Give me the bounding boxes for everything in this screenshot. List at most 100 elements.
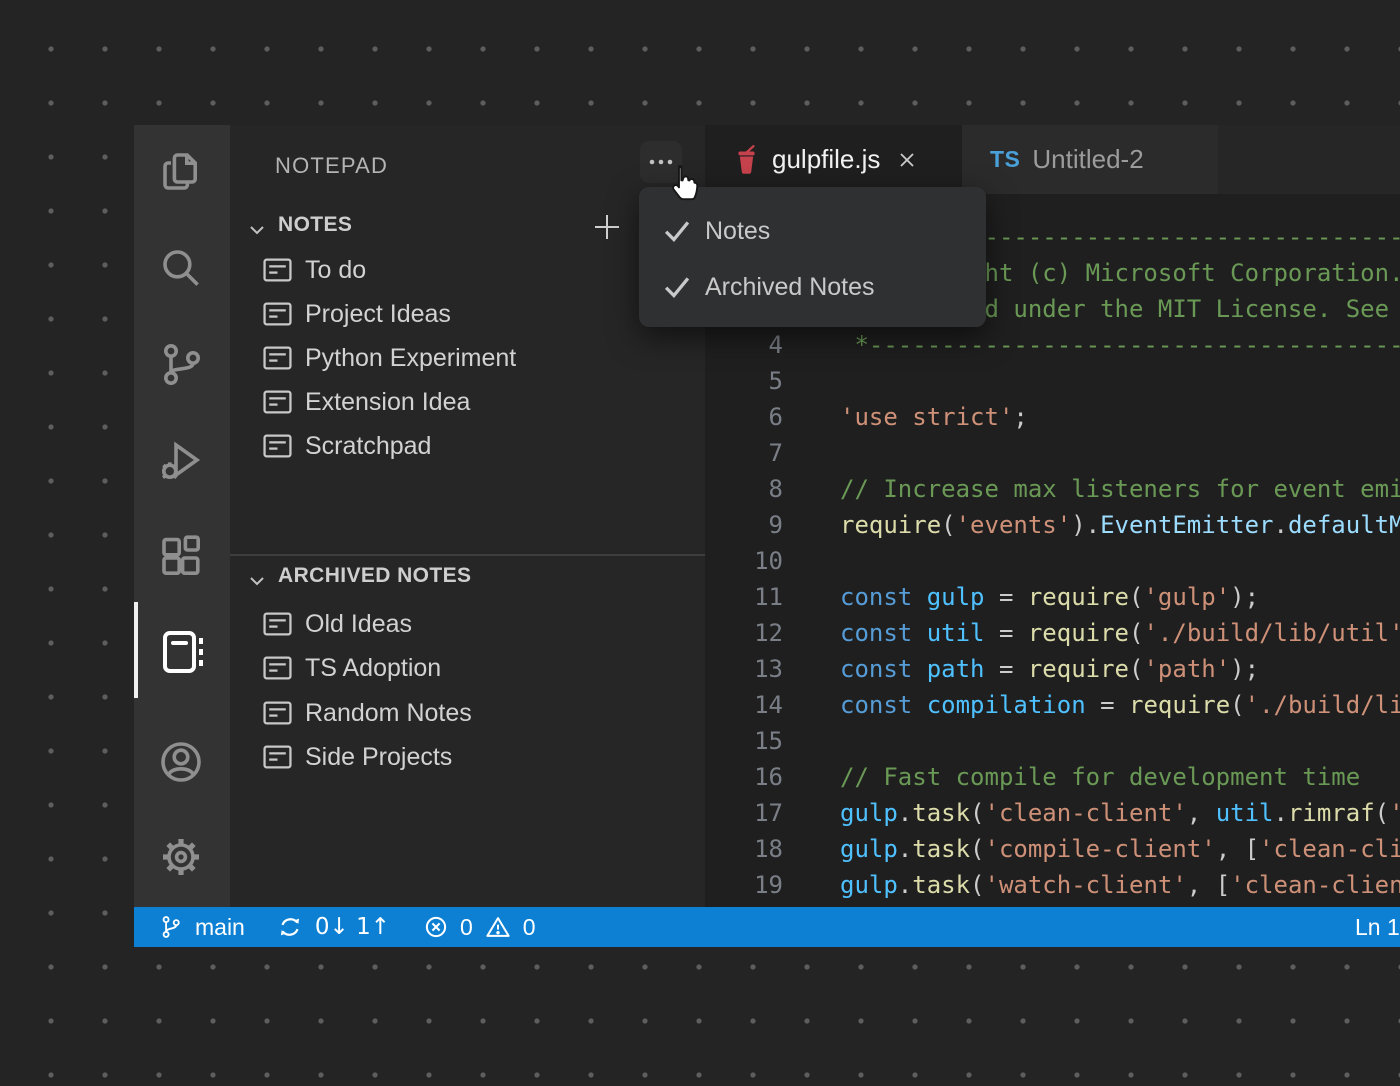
- tab-bar: gulpfile.js TS Untitled-2: [705, 125, 1400, 194]
- code-line: 5: [705, 363, 1400, 399]
- note-icon: [263, 434, 292, 458]
- line-number: 4: [705, 327, 783, 363]
- note-item[interactable]: Scratchpad: [230, 424, 705, 468]
- note-item[interactable]: TS Adoption: [230, 646, 705, 690]
- sync-status[interactable]: 0↓ 1↑: [277, 914, 390, 940]
- sidebar-item-notepad[interactable]: [157, 628, 205, 676]
- code-line: 8// Increase max listeners for event emi…: [705, 471, 1400, 507]
- section-divider: [230, 554, 705, 556]
- error-count: 0: [460, 914, 473, 941]
- code-text: const compilation = require('./build/lib…: [840, 691, 1400, 719]
- code-line: 14 const compilation = require('./build/l…: [705, 687, 1400, 723]
- code-line: 13const path = require('path');: [705, 651, 1400, 687]
- note-icon: [263, 745, 292, 769]
- code-line: 19 gulp.task('watch-client', ['clean-clie…: [705, 867, 1400, 903]
- code-text: gulp.task('compile-client', ['clean-clie…: [840, 835, 1400, 863]
- code-text: gulp.task('watch-client', ['clean-client…: [840, 871, 1400, 899]
- warning-count: 0: [523, 914, 536, 941]
- source-control-icon: [157, 340, 205, 388]
- desktop-background: NOTEPAD NOTES To do Project Ideas Python E…: [0, 0, 1400, 1086]
- activity-bar: [134, 125, 230, 907]
- note-item-label: TS Adoption: [305, 654, 441, 683]
- code-line: 6'use strict';: [705, 399, 1400, 435]
- sidebar-item-source-control[interactable]: [157, 340, 205, 388]
- note-item-label: Python Experiment: [305, 344, 516, 373]
- note-icon: [263, 346, 292, 370]
- close-tab-button[interactable]: [896, 149, 918, 171]
- code-line: 16// Fast compile for development time: [705, 759, 1400, 795]
- note-icon: [263, 612, 292, 636]
- note-item-label: Project Ideas: [305, 300, 451, 329]
- note-item-label: Side Projects: [305, 743, 452, 772]
- branch-status[interactable]: main: [160, 914, 245, 941]
- line-number: 10: [705, 543, 783, 579]
- cursor-position[interactable]: Ln 17: [1355, 907, 1400, 947]
- check-icon: [663, 275, 691, 299]
- active-view-indicator: [134, 602, 138, 698]
- settings-icon: [157, 833, 205, 881]
- search-icon: [157, 244, 205, 292]
- section-label: ARCHIVED NOTES: [278, 564, 471, 588]
- git-branch-icon: [160, 915, 182, 939]
- note-item[interactable]: Project Ideas: [230, 292, 705, 336]
- tab-gulpfile[interactable]: gulpfile.js: [705, 125, 962, 194]
- sidebar-item-explorer[interactable]: [157, 148, 205, 196]
- files-icon: [157, 148, 205, 196]
- menu-item-label: Notes: [705, 217, 770, 246]
- sidebar-item-account[interactable]: [157, 738, 205, 786]
- line-number: 19: [705, 867, 783, 903]
- notepad-icon: [157, 628, 205, 676]
- note-item[interactable]: Side Projects: [230, 735, 705, 779]
- line-number: 14: [705, 687, 783, 723]
- sidebar-item-extensions[interactable]: [157, 532, 205, 580]
- menu-item-notes[interactable]: Notes: [639, 203, 986, 259]
- warning-icon: [485, 915, 511, 939]
- view-options-menu: Notes Archived Notes: [639, 187, 986, 327]
- note-icon: [263, 302, 292, 326]
- gulp-icon: [735, 145, 758, 175]
- note-icon: [263, 390, 292, 414]
- chevron-down-icon: [247, 220, 267, 240]
- line-number: 5: [705, 363, 783, 399]
- note-item[interactable]: Extension Idea: [230, 380, 705, 424]
- line-number: 17: [705, 795, 783, 831]
- sidebar-item-settings[interactable]: [157, 833, 205, 881]
- menu-item-label: Archived Notes: [705, 273, 875, 302]
- note-item-label: Scratchpad: [305, 432, 431, 461]
- note-item[interactable]: Random Notes: [230, 691, 705, 735]
- code-line: 9 require('events').EventEmitter.defaultM…: [705, 507, 1400, 543]
- code-text: const gulp = require('gulp');: [840, 583, 1259, 611]
- note-item[interactable]: Python Experiment: [230, 336, 705, 380]
- menu-item-archived-notes[interactable]: Archived Notes: [639, 259, 986, 315]
- tab-label: gulpfile.js: [772, 144, 880, 175]
- code-line: 12const util = require('./build/lib/util…: [705, 615, 1400, 651]
- line-number: 15: [705, 723, 783, 759]
- extensions-icon: [157, 532, 205, 580]
- chevron-down-icon: [247, 571, 267, 591]
- sidebar-item-run-debug[interactable]: [157, 436, 205, 484]
- line-number: 6: [705, 399, 783, 435]
- code-text: gulp.task('clean-client', util.rimraf('o…: [840, 799, 1400, 827]
- code-text: require('events').EventEmitter.defaultMa…: [840, 511, 1400, 539]
- code-text: *---------------------------------------…: [840, 331, 1400, 359]
- code-line: 17 gulp.task('clean-client', util.rimraf(…: [705, 795, 1400, 831]
- add-note-button[interactable]: [592, 212, 622, 242]
- run-debug-icon: [157, 436, 205, 484]
- sidebar-title: NOTEPAD: [275, 153, 388, 179]
- line-number: 9: [705, 507, 783, 543]
- note-item[interactable]: Old Ideas: [230, 602, 705, 646]
- sync-icon: [277, 914, 303, 940]
- typescript-icon: TS: [990, 146, 1020, 173]
- note-icon: [263, 258, 292, 282]
- note-item[interactable]: To do: [230, 248, 705, 292]
- sidebar-notepad-view: NOTEPAD NOTES To do Project Ideas Python E…: [230, 125, 705, 907]
- code-line: 7: [705, 435, 1400, 471]
- section-label: NOTES: [278, 213, 352, 237]
- line-number: 8: [705, 471, 783, 507]
- line-number: 13: [705, 651, 783, 687]
- code-text: const util = require('./build/lib/util')…: [840, 619, 1400, 647]
- sidebar-item-search[interactable]: [157, 244, 205, 292]
- problems-status[interactable]: 0 0: [424, 914, 536, 941]
- pointer-cursor: [666, 163, 702, 208]
- tab-untitled-2[interactable]: TS Untitled-2: [962, 125, 1218, 194]
